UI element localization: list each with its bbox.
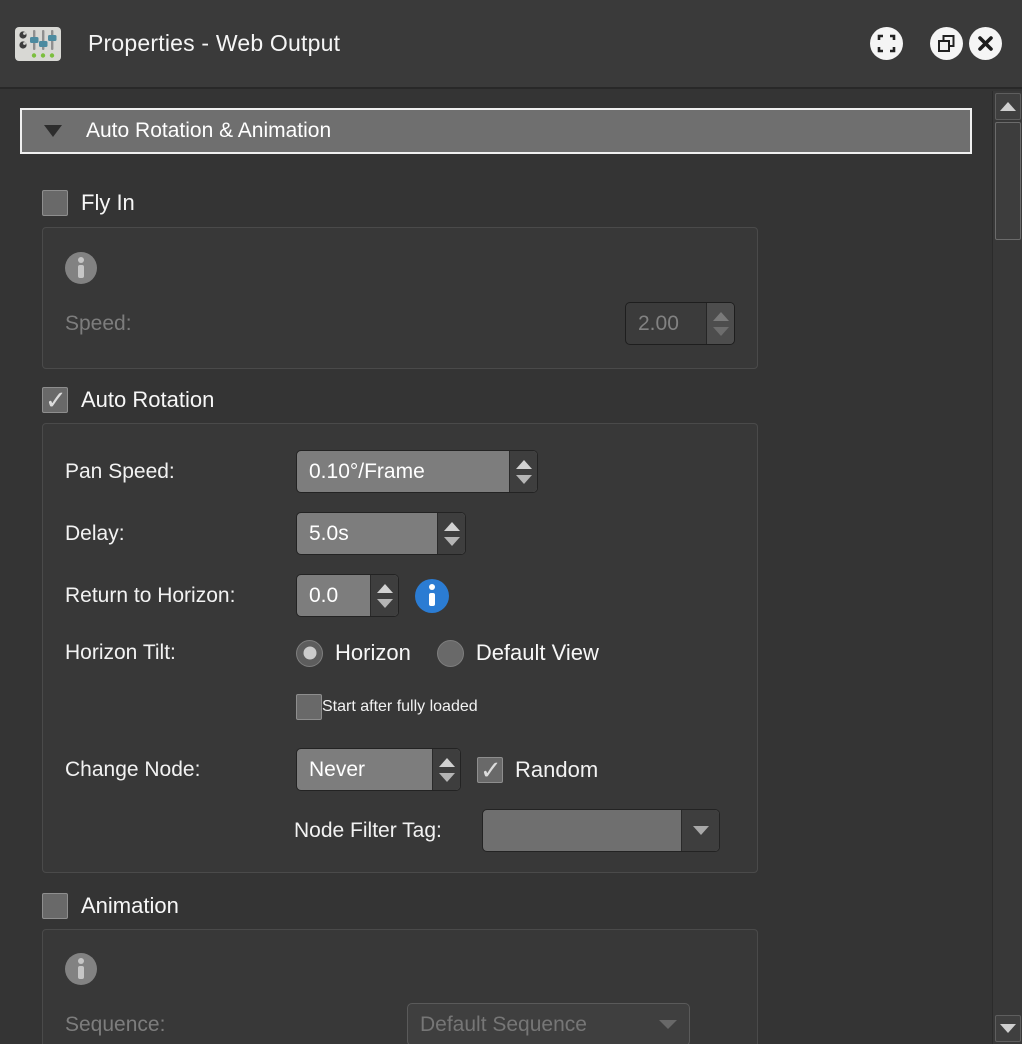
spin-down-icon: [713, 327, 729, 336]
float-window-button[interactable]: [930, 27, 963, 60]
info-icon: [65, 252, 97, 284]
scroll-down-button[interactable]: [995, 1015, 1021, 1042]
horizon-tilt-radio-group: Horizon Default View: [296, 640, 599, 667]
delay-value[interactable]: 5.0s: [297, 513, 437, 554]
node-filter-tag-value[interactable]: [483, 810, 681, 851]
spin-up-icon[interactable]: [439, 758, 455, 767]
return-to-horizon-row: Return to Horizon: 0.0: [65, 574, 735, 617]
fly-in-label: Fly In: [81, 190, 135, 216]
auto-rotation-panel: Pan Speed: 0.10°/Frame Delay: 5.0s Retur…: [42, 423, 758, 873]
mixer-properties-icon: [14, 24, 62, 64]
scrollbar-thumb[interactable]: [995, 122, 1021, 240]
sequence-dropdown: Default Sequence: [407, 1003, 690, 1044]
scroll-down-icon: [1000, 1024, 1016, 1033]
section-header-label: Auto Rotation & Animation: [86, 119, 331, 143]
spin-down-icon[interactable]: [516, 475, 532, 484]
vertical-scrollbar[interactable]: [992, 91, 1022, 1044]
radio-horizon-label[interactable]: Horizon: [335, 640, 411, 666]
change-node-spinner[interactable]: Never: [296, 748, 461, 791]
section-header-auto-rotation-animation[interactable]: Auto Rotation & Animation: [20, 108, 972, 154]
auto-rotation-row: Auto Rotation: [42, 387, 992, 413]
animation-label: Animation: [81, 893, 179, 919]
scroll-up-icon: [1000, 102, 1016, 111]
dropdown-arrow-icon: [659, 1020, 677, 1029]
animation-panel: Sequence: Default Sequence: [42, 929, 758, 1044]
properties-content: Auto Rotation & Animation Fly In Speed: …: [0, 91, 992, 1044]
spin-up-icon[interactable]: [377, 584, 393, 593]
pan-speed-spinner[interactable]: 0.10°/Frame: [296, 450, 538, 493]
speed-label: Speed:: [65, 312, 296, 336]
collapse-triangle-icon: [44, 125, 62, 137]
close-icon: [977, 35, 994, 52]
sequence-row: Sequence: Default Sequence: [65, 1003, 735, 1044]
horizon-tilt-label: Horizon Tilt:: [65, 641, 296, 665]
spin-up-icon[interactable]: [444, 522, 460, 531]
random-check-row: Random: [477, 757, 598, 783]
fit-view-icon: [877, 34, 896, 53]
info-icon[interactable]: [415, 579, 449, 613]
auto-rotation-checkbox[interactable]: [42, 387, 68, 413]
scroll-up-button[interactable]: [995, 93, 1021, 120]
fly-in-speed-value: 2.00: [626, 303, 706, 344]
spin-down-icon[interactable]: [439, 773, 455, 782]
start-after-fully-loaded-checkbox[interactable]: [296, 694, 322, 720]
change-node-row: Change Node: Never Random: [65, 748, 735, 791]
titlebar: Properties - Web Output: [0, 0, 1022, 89]
fly-in-panel: Speed: 2.00: [42, 227, 758, 369]
random-label: Random: [515, 757, 598, 783]
return-to-horizon-label: Return to Horizon:: [65, 584, 296, 608]
node-filter-tag-combobox[interactable]: [482, 809, 720, 852]
sequence-label: Sequence:: [65, 1013, 407, 1037]
fly-in-speed-spinner: 2.00: [625, 302, 735, 345]
info-icon: [65, 953, 97, 985]
delay-spinner[interactable]: 5.0s: [296, 512, 466, 555]
change-node-value[interactable]: Never: [297, 749, 432, 790]
delay-label: Delay:: [65, 522, 296, 546]
change-node-spin-buttons[interactable]: [432, 749, 460, 790]
float-window-icon: [937, 34, 956, 53]
pan-speed-row: Pan Speed: 0.10°/Frame: [65, 450, 735, 493]
fly-in-checkbox[interactable]: [42, 190, 68, 216]
node-filter-tag-label: Node Filter Tag:: [294, 819, 482, 843]
delay-spin-buttons[interactable]: [437, 513, 465, 554]
close-button[interactable]: [969, 27, 1002, 60]
spin-down-icon[interactable]: [377, 599, 393, 608]
auto-rotation-label: Auto Rotation: [81, 387, 214, 413]
pan-speed-value[interactable]: 0.10°/Frame: [297, 451, 509, 492]
change-node-label: Change Node:: [65, 758, 296, 782]
horizon-tilt-row: Horizon Tilt: Horizon Default View: [65, 636, 735, 670]
start-after-fully-loaded-label: Start after fully loaded: [322, 698, 478, 716]
fly-in-row: Fly In: [42, 190, 992, 216]
pan-speed-label: Pan Speed:: [65, 460, 296, 484]
radio-horizon[interactable]: [296, 640, 323, 667]
animation-checkbox[interactable]: [42, 893, 68, 919]
return-to-horizon-spinner[interactable]: 0.0: [296, 574, 399, 617]
node-filter-tag-dropdown-button[interactable]: [681, 810, 719, 851]
start-after-fully-loaded-row: Start after fully loaded: [296, 694, 735, 720]
pan-speed-spin-buttons[interactable]: [509, 451, 537, 492]
random-checkbox[interactable]: [477, 757, 503, 783]
fly-in-speed-spin-buttons: [706, 303, 734, 344]
dropdown-arrow-icon: [693, 826, 709, 835]
speed-row: Speed: 2.00: [65, 302, 735, 345]
spin-up-icon: [713, 312, 729, 321]
node-filter-tag-row: Node Filter Tag:: [294, 809, 735, 852]
spin-up-icon[interactable]: [516, 460, 532, 469]
sequence-value: Default Sequence: [420, 1013, 587, 1037]
animation-row: Animation: [42, 893, 992, 919]
window-title: Properties - Web Output: [88, 30, 340, 57]
fit-view-button[interactable]: [870, 27, 903, 60]
return-to-horizon-value[interactable]: 0.0: [297, 575, 370, 616]
delay-row: Delay: 5.0s: [65, 512, 735, 555]
radio-default-view-label[interactable]: Default View: [476, 640, 599, 666]
radio-default-view[interactable]: [437, 640, 464, 667]
spin-down-icon[interactable]: [444, 537, 460, 546]
return-to-horizon-spin-buttons[interactable]: [370, 575, 398, 616]
